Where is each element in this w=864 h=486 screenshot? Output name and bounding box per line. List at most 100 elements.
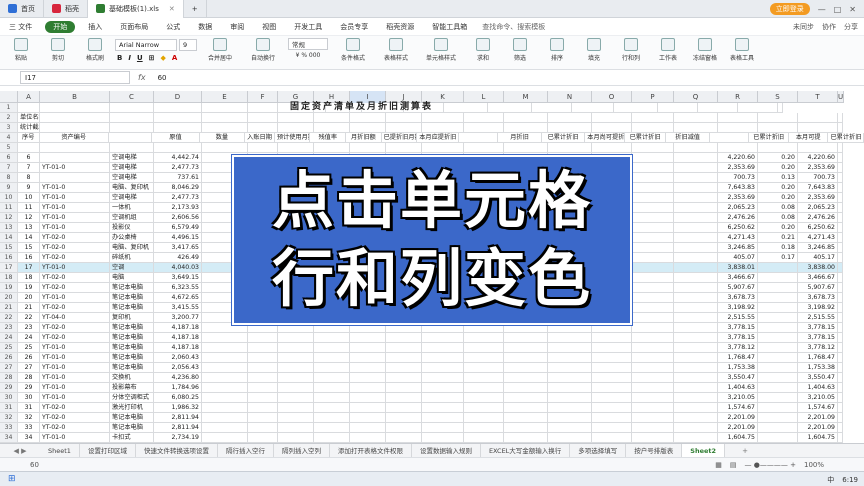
cell[interactable]	[592, 343, 632, 353]
cell[interactable]: 0.08	[758, 203, 798, 213]
cell[interactable]: YT-02-0	[40, 413, 110, 423]
cell[interactable]: YT-02-0	[40, 323, 110, 333]
cell[interactable]	[798, 143, 838, 153]
fill-color-icon[interactable]: ◆	[161, 54, 166, 62]
cell[interactable]	[18, 143, 40, 153]
cell[interactable]	[350, 333, 386, 343]
cell[interactable]: 5,907.67	[718, 283, 758, 293]
cell[interactable]: 3,210.05	[718, 393, 758, 403]
cell[interactable]: 0.21	[758, 233, 798, 243]
cut-button[interactable]: 剪切	[41, 38, 75, 62]
cell[interactable]	[674, 273, 718, 283]
cell[interactable]	[674, 353, 718, 363]
cell[interactable]: 20	[18, 293, 40, 303]
cell[interactable]	[40, 143, 110, 153]
cell[interactable]: 2,515.55	[718, 313, 758, 323]
cell[interactable]: 4,271.43	[798, 233, 838, 243]
cell[interactable]	[202, 423, 248, 433]
menu-insert[interactable]: 插入	[79, 22, 111, 32]
cell[interactable]: 22	[18, 313, 40, 323]
cell[interactable]: YT-01-0	[40, 263, 110, 273]
cell[interactable]: 6,579.49	[154, 223, 202, 233]
cell[interactable]: 序号	[17, 133, 40, 143]
row-header[interactable]: 7	[0, 163, 18, 173]
cell[interactable]	[464, 413, 504, 423]
formula-input[interactable]: 60	[158, 74, 167, 82]
cell[interactable]: 统计截止日：	[18, 123, 40, 133]
cell[interactable]	[278, 333, 314, 343]
cell[interactable]	[838, 113, 843, 123]
row-header[interactable]: 24	[0, 333, 18, 343]
cell[interactable]: 本月应提折旧	[417, 133, 459, 143]
cell[interactable]: 3,778.15	[718, 333, 758, 343]
cell[interactable]	[592, 423, 632, 433]
row-header[interactable]: 15	[0, 243, 18, 253]
cell[interactable]: 投影仪	[110, 223, 154, 233]
cell[interactable]: 14	[18, 233, 40, 243]
column-header-c[interactable]: C	[110, 91, 154, 103]
cell[interactable]	[572, 103, 614, 113]
cell[interactable]	[154, 143, 202, 153]
cell[interactable]	[838, 303, 843, 313]
cell[interactable]	[798, 123, 838, 133]
maximize-icon[interactable]: □	[834, 5, 842, 14]
cell[interactable]	[422, 363, 464, 373]
cell[interactable]	[248, 433, 278, 443]
cell[interactable]	[838, 193, 843, 203]
cell[interactable]: 30	[18, 393, 40, 403]
zoom-percent[interactable]: 100%	[804, 461, 824, 469]
cell[interactable]	[504, 333, 548, 343]
cell[interactable]	[592, 433, 632, 443]
cell[interactable]	[464, 373, 504, 383]
cell[interactable]	[488, 103, 532, 113]
cell[interactable]: 2,201.09	[718, 423, 758, 433]
cell[interactable]: 3,466.67	[798, 273, 838, 283]
cell[interactable]	[758, 353, 798, 363]
cell[interactable]: 空调电梯	[110, 163, 154, 173]
cell[interactable]	[758, 323, 798, 333]
name-box[interactable]: I17	[20, 71, 130, 84]
row-header[interactable]: 8	[0, 173, 18, 183]
row-header[interactable]: 2	[0, 113, 18, 123]
cell[interactable]	[532, 103, 572, 113]
cell[interactable]	[548, 123, 592, 133]
cell[interactable]	[202, 143, 248, 153]
cell[interactable]	[632, 243, 674, 253]
cell[interactable]	[504, 123, 548, 133]
cell[interactable]: 卡扣式	[110, 433, 154, 443]
row-header[interactable]: 5	[0, 143, 18, 153]
cell[interactable]	[108, 133, 153, 143]
cell[interactable]: 0.20	[758, 153, 798, 163]
cell[interactable]: 7,643.83	[718, 183, 758, 193]
cell[interactable]	[248, 373, 278, 383]
italic-icon[interactable]: I	[128, 54, 131, 62]
cell[interactable]: YT-01-0	[40, 183, 110, 193]
row-header[interactable]: 23	[0, 323, 18, 333]
cell[interactable]: YT-02-0	[40, 243, 110, 253]
cell[interactable]	[838, 313, 843, 323]
cell[interactable]	[838, 243, 843, 253]
cell[interactable]	[202, 373, 248, 383]
cell[interactable]	[422, 393, 464, 403]
new-tab-button[interactable]: +	[184, 0, 207, 18]
cell[interactable]	[422, 423, 464, 433]
cell[interactable]	[464, 383, 504, 393]
cell[interactable]: 0.20	[758, 163, 798, 173]
cell[interactable]	[386, 363, 422, 373]
cell[interactable]	[386, 123, 422, 133]
cell[interactable]: 2,353.69	[718, 163, 758, 173]
cell[interactable]: YT-01-0	[40, 223, 110, 233]
cell[interactable]	[248, 143, 278, 153]
cell[interactable]	[314, 113, 350, 123]
cell[interactable]	[458, 133, 499, 143]
cell[interactable]	[674, 123, 718, 133]
cell[interactable]	[202, 123, 248, 133]
cell[interactable]	[632, 273, 674, 283]
cell[interactable]	[718, 113, 758, 123]
cell[interactable]	[278, 383, 314, 393]
cell[interactable]: 1,574.67	[798, 403, 838, 413]
column-header-l[interactable]: L	[464, 91, 504, 103]
row-header[interactable]: 11	[0, 203, 18, 213]
cell[interactable]	[674, 333, 718, 343]
cell[interactable]: 2,056.43	[154, 363, 202, 373]
